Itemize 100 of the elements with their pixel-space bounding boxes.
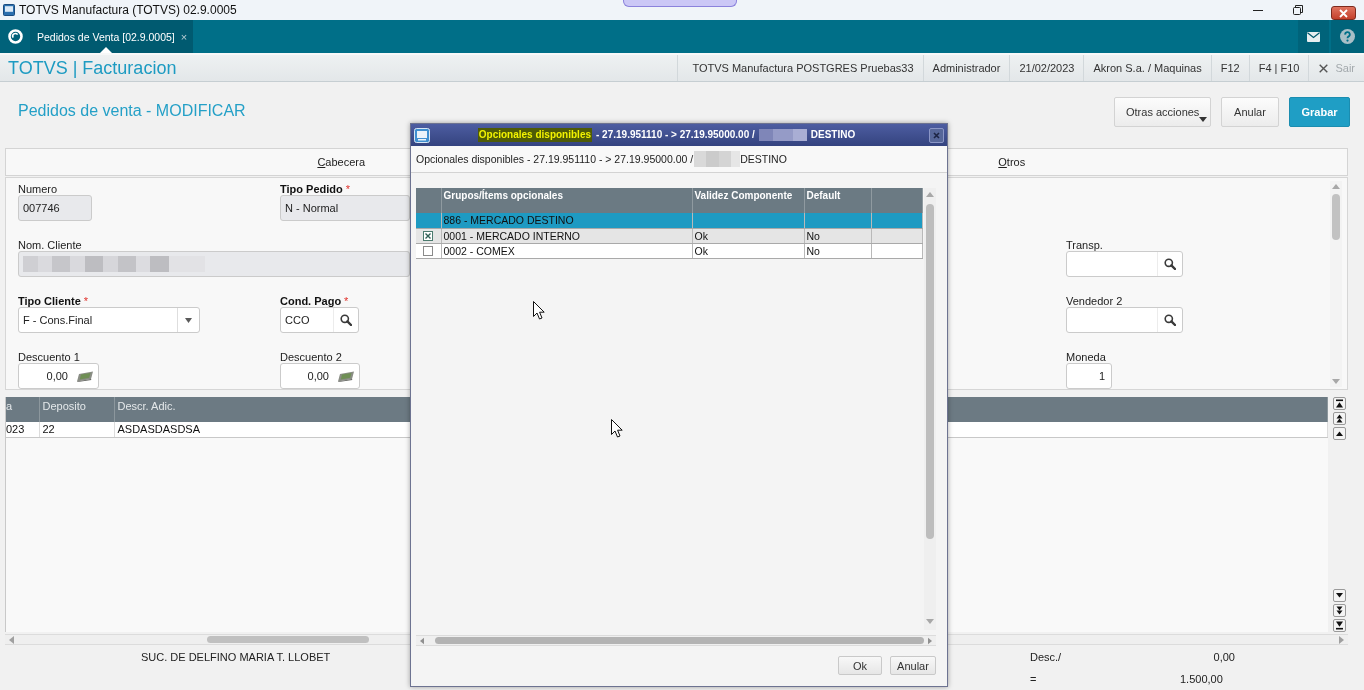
ring-icon: [7, 29, 23, 44]
close-icon: [1319, 63, 1329, 73]
dialog-title: - 27.19.951110 - > 27.19.95000.00 /: [596, 128, 755, 142]
dialog-button[interactable]: Ok: [838, 656, 882, 675]
table-cell: Ok: [692, 243, 804, 258]
dialog-title: Opcionales disponibles: [477, 128, 592, 142]
minimize-icon: [1253, 9, 1263, 11]
restore-icon: [1293, 5, 1303, 15]
scroll-left-icon: [420, 636, 424, 645]
row-up-button[interactable]: [1333, 427, 1346, 440]
field-label: Cond. Pago *: [280, 295, 349, 307]
text-field[interactable]: 007746: [18, 195, 92, 221]
actions-dropdown-button[interactable]: Otras acciones: [1114, 97, 1211, 127]
info-item: 21/02/2023: [1009, 55, 1084, 81]
scrollbar-thumb[interactable]: [1332, 194, 1340, 240]
field-label: Transp.: [1066, 239, 1103, 251]
table-cell: 023: [6, 422, 39, 437]
checkbox[interactable]: [423, 245, 434, 256]
double-arrow-down-icon: [1335, 606, 1344, 615]
horizontal-scrollbar[interactable]: [416, 635, 936, 646]
table-cell: 22: [39, 422, 114, 437]
tab-close-button[interactable]: ×: [180, 30, 188, 43]
checkbox[interactable]: [423, 230, 434, 241]
text-field[interactable]: [18, 251, 410, 277]
scroll-up-icon: [926, 192, 934, 197]
scroll-down-icon: [926, 619, 934, 624]
search-icon: [1164, 258, 1176, 270]
app-menu-button[interactable]: [0, 20, 30, 53]
folder-tab[interactable]: Otros: [995, 154, 1029, 170]
scroll-left-icon: [9, 635, 14, 644]
double-arrow-up-icon: [1335, 414, 1344, 423]
table-cell: No: [804, 228, 871, 243]
vertical-scrollbar[interactable]: [1330, 181, 1342, 387]
window-icon: [3, 4, 15, 16]
scroll-down-icon: [1332, 379, 1340, 384]
field-label: Descuento 2: [280, 351, 342, 363]
dialog-subtitle: Opcionales disponibles - 27.19.951110 - > 27.19.95000.00 /: [416, 153, 694, 165]
help-button[interactable]: [1331, 20, 1364, 53]
dialog-subtitle: DESTINO: [740, 153, 787, 165]
first-row-button[interactable]: [1333, 397, 1346, 410]
info-item: Akron S.a. / Maquinas: [1083, 55, 1211, 81]
search-icon: [1164, 314, 1176, 326]
search-icon: [340, 314, 352, 326]
app-tab[interactable]: Pedidos de Venta [02.9.0005] ×: [30, 20, 194, 53]
window-icon: [414, 127, 430, 143]
mail-button[interactable]: [1298, 20, 1329, 53]
arrow-up-icon: [1335, 431, 1344, 436]
vertical-scrollbar[interactable]: [924, 188, 936, 630]
mouse-pointer-icon: [533, 301, 545, 320]
field-label: Descuento 1: [18, 351, 80, 363]
table-row[interactable]: 886 - MERCADO DESTINO: [416, 213, 922, 228]
scroll-right-icon: [928, 636, 932, 645]
total-label: =: [1030, 673, 1038, 685]
close-button[interactable]: [1331, 6, 1356, 20]
redacted-block: [758, 129, 807, 141]
table-cell: No: [804, 243, 871, 258]
field-label: Tipo Pedido *: [280, 183, 351, 195]
lookup-field[interactable]: CCO: [280, 307, 359, 333]
info-item: F12: [1210, 55, 1249, 81]
info-item: F4 | F10: [1248, 55, 1309, 81]
scrollbar-thumb[interactable]: [926, 204, 934, 539]
dialog-title: DESTINO: [810, 128, 856, 142]
folder-tab[interactable]: Cabecera: [314, 154, 369, 170]
total-label: Desc./: [1030, 651, 1063, 663]
row-down-button[interactable]: [1333, 589, 1346, 602]
page-up-button[interactable]: [1333, 412, 1346, 425]
field-label: Numero: [18, 183, 58, 195]
table-cell: Ok: [692, 228, 804, 243]
scrollbar-thumb[interactable]: [207, 636, 369, 643]
amount-field[interactable]: 0,00: [18, 363, 99, 389]
table-cell: 0001 - MERCADO INTERNO: [441, 228, 692, 243]
scroll-right-icon: [1339, 635, 1344, 644]
module-title: TOTVS | Facturacion: [8, 57, 177, 79]
window-title: TOTVS Manufactura (TOTVS) 02.9.0005: [19, 3, 237, 17]
dropdown-field[interactable]: F - Cons.Final: [18, 307, 200, 333]
table-cell: 886 - MERCADO DESTINO: [441, 213, 692, 228]
dialog-button[interactable]: Anular: [890, 656, 936, 675]
plain-button[interactable]: Anular: [1221, 97, 1279, 127]
help-icon: [1340, 29, 1355, 44]
info-item: Administrador: [922, 55, 1010, 81]
total-value: 1.500,00: [1180, 673, 1224, 685]
close-icon: [1339, 8, 1348, 18]
text-field[interactable]: N - Normal: [280, 195, 410, 221]
mail-icon: [1307, 31, 1320, 42]
scrollbar-thumb[interactable]: [435, 637, 924, 644]
field-label: Moneda: [1066, 351, 1106, 363]
last-row-button[interactable]: [1333, 619, 1346, 632]
text-field[interactable]: 1: [1066, 363, 1112, 389]
field-label: Vendedor 2: [1066, 295, 1123, 307]
amount-field[interactable]: 0,00: [280, 363, 360, 389]
field-label: Nom. Cliente: [18, 239, 82, 251]
arrow-up-to-bar-icon: [1335, 399, 1344, 408]
page-down-button[interactable]: [1333, 604, 1346, 617]
lookup-field[interactable]: [1066, 251, 1183, 277]
caret-icon: [1199, 117, 1207, 122]
dialog-close-button[interactable]: [929, 127, 944, 143]
arrow-down-icon: [1335, 593, 1344, 598]
close-icon: [933, 131, 940, 139]
branch-name: SUC. DE DELFINO MARIA T. LLOBET: [141, 651, 332, 663]
lookup-field[interactable]: [1066, 307, 1183, 333]
